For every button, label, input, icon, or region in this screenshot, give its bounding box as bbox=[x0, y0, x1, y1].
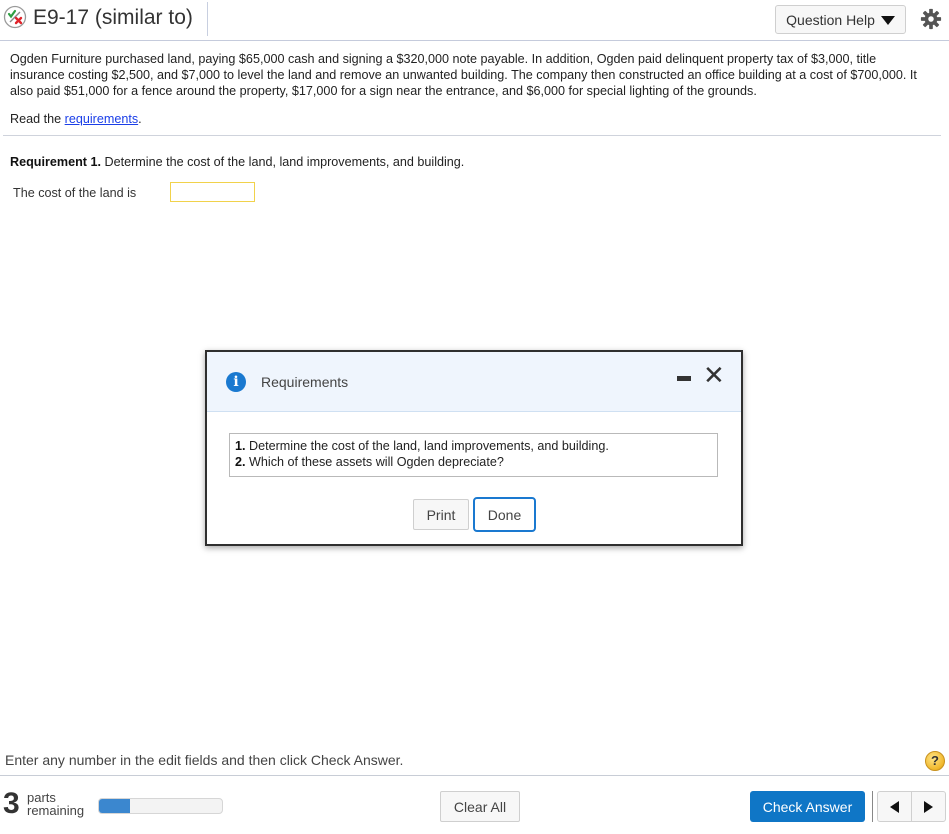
section-divider bbox=[3, 135, 941, 136]
gear-icon[interactable] bbox=[920, 8, 942, 30]
requirement-number: 1. bbox=[235, 439, 246, 453]
requirement-item: 2. Which of these assets will Ogden depr… bbox=[235, 454, 712, 470]
question-nav bbox=[877, 791, 946, 822]
arrow-right-icon bbox=[924, 800, 933, 813]
dialog-title: Requirements bbox=[261, 374, 349, 390]
title-divider bbox=[207, 2, 208, 36]
progress-bar bbox=[98, 798, 223, 814]
page-title: E9-17 (similar to) bbox=[33, 6, 193, 29]
requirements-link[interactable]: requirements bbox=[65, 112, 139, 126]
land-cost-input[interactable] bbox=[170, 182, 255, 202]
requirement-1-text: Determine the cost of the land, land imp… bbox=[100, 155, 465, 169]
read-prefix: Read the bbox=[10, 112, 65, 126]
requirement-1-label: Requirement 1. bbox=[10, 155, 101, 169]
requirement-text: Which of these assets will Ogden depreci… bbox=[245, 455, 504, 469]
question-help-label: Question Help bbox=[786, 11, 875, 28]
caret-down-icon bbox=[880, 15, 895, 25]
footer-divider bbox=[0, 775, 949, 776]
nav-divider bbox=[872, 791, 873, 822]
read-suffix: . bbox=[138, 112, 142, 126]
land-cost-label: The cost of the land is bbox=[13, 186, 137, 200]
read-requirements-line: Read the requirements. bbox=[10, 112, 142, 126]
requirement-number: 2. bbox=[235, 455, 246, 469]
close-icon[interactable]: ✕ bbox=[703, 362, 725, 388]
requirements-dialog: i Requirements ✕ 1. Determine the cost o… bbox=[205, 350, 743, 546]
parts-remaining-count: 3 bbox=[3, 787, 20, 820]
parts-remaining-label: parts remaining bbox=[27, 791, 84, 817]
progress-fill bbox=[99, 799, 130, 813]
clear-all-button[interactable]: Clear All bbox=[440, 791, 520, 822]
requirement-text: Determine the cost of the land, land imp… bbox=[245, 439, 609, 453]
partial-correct-icon bbox=[3, 5, 27, 29]
info-icon: i bbox=[226, 372, 246, 392]
dialog-header: i Requirements ✕ bbox=[207, 352, 741, 412]
minimize-icon[interactable] bbox=[677, 376, 691, 381]
check-answer-button[interactable]: Check Answer bbox=[750, 791, 865, 822]
requirements-list: 1. Determine the cost of the land, land … bbox=[229, 433, 718, 477]
instruction-text: Enter any number in the edit fields and … bbox=[5, 752, 404, 768]
done-button[interactable]: Done bbox=[473, 497, 536, 532]
question-help-button[interactable]: Question Help bbox=[775, 5, 906, 34]
next-button[interactable] bbox=[911, 792, 945, 821]
problem-statement: Ogden Furniture purchased land, paying $… bbox=[10, 52, 917, 98]
help-question-icon[interactable]: ? bbox=[925, 751, 945, 771]
remaining-word: remaining bbox=[27, 803, 85, 818]
print-button[interactable]: Print bbox=[413, 499, 469, 530]
requirement-1-heading: Requirement 1. Determine the cost of the… bbox=[10, 155, 464, 169]
requirement-item: 1. Determine the cost of the land, land … bbox=[235, 438, 712, 454]
header-divider bbox=[0, 40, 949, 41]
arrow-left-icon bbox=[890, 800, 899, 813]
previous-button[interactable] bbox=[878, 792, 911, 821]
